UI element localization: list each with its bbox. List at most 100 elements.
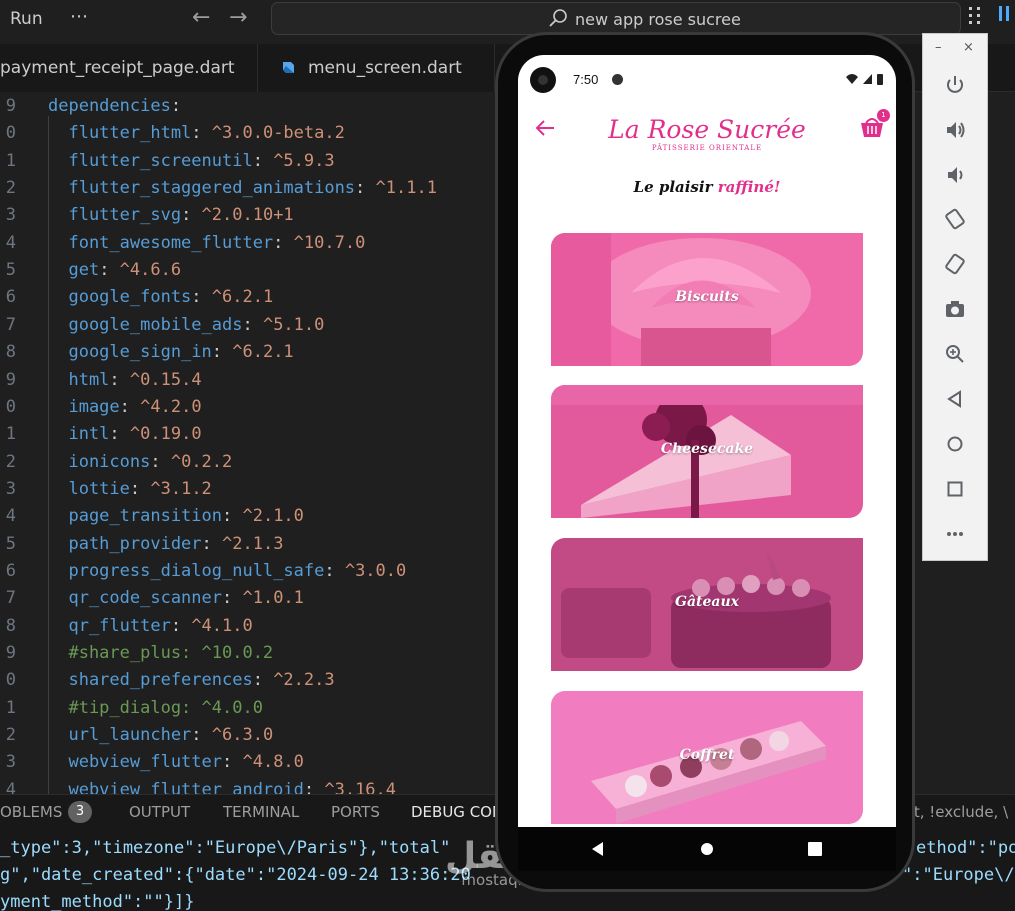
line-number: 0 (5, 396, 16, 417)
line-number: 8 (5, 342, 16, 363)
separator: : (150, 451, 171, 472)
version-value: ^4.6.6 (119, 260, 182, 281)
layout-icon[interactable] (968, 5, 984, 25)
emulator-minimize-icon[interactable]: – (935, 40, 942, 55)
line-number: 7 (5, 588, 16, 609)
package-name: image (48, 396, 120, 417)
back-icon[interactable] (944, 388, 966, 410)
code-line: flutter_html: ^3.0.0-beta.2 (48, 123, 344, 144)
run-menu[interactable]: Run (10, 9, 43, 29)
back-arrow-icon[interactable] (534, 117, 556, 139)
code-line: shared_preferences: ^2.2.3 (48, 670, 335, 691)
separator: : (201, 533, 223, 554)
more-icon[interactable] (944, 523, 966, 545)
category-card-gateaux[interactable]: Gâteaux (551, 538, 863, 671)
problems-count-badge: 3 (68, 801, 92, 823)
tab-terminal[interactable]: TERMINAL (223, 803, 299, 821)
camera-icon[interactable] (944, 298, 966, 320)
phone-screen[interactable]: 7:50 La Rose Sucrée PÂTISSERIE ORIENTALE (518, 55, 896, 827)
volume-up-icon[interactable] (944, 119, 966, 141)
tab-label: menu_screen.dart (308, 58, 462, 78)
separator: : (191, 123, 212, 144)
line-number: 9 (5, 643, 16, 663)
package-name: google_sign_in (48, 342, 212, 363)
home-icon[interactable] (944, 433, 966, 455)
tab-menu-screen[interactable]: menu_screen.dart (258, 44, 495, 92)
console-line: yment_method":""}]} (0, 892, 195, 911)
rotate-right-icon[interactable] (944, 253, 966, 275)
rotate-left-icon[interactable] (944, 208, 966, 230)
code-line: dependencies: (48, 96, 181, 116)
tab-payment-receipt[interactable]: payment_receipt_page.dart (0, 44, 258, 92)
category-label: Biscuits (675, 289, 739, 305)
code-line: path_provider: ^2.1.3 (48, 534, 283, 554)
category-card-coffret[interactable]: Coffret (551, 691, 863, 824)
separator: : (273, 232, 294, 253)
overview-icon[interactable] (944, 478, 966, 500)
package-name: webview_flutter_android (48, 779, 304, 794)
package-name: flutter_screenutil (48, 150, 253, 171)
code-line: #share_plus: ^10.0.2 (48, 643, 273, 663)
code-line: progress_dialog_null_safe: ^3.0.0 (48, 561, 406, 581)
line-number: 1 (5, 150, 16, 171)
separator: : (242, 314, 263, 335)
line-number: 1 (5, 697, 16, 718)
code-line: qr_code_scanner: ^1.0.1 (48, 588, 303, 608)
brand-logo-title: La Rose Sucrée (608, 115, 806, 144)
package-name: path_provider (48, 533, 202, 554)
separator: : (109, 369, 130, 390)
package-name: font_awesome_flutter (48, 232, 274, 253)
nav-back-icon[interactable] (588, 839, 608, 859)
code-line: webview_flutter_android: ^3.16.4 (48, 780, 396, 794)
line-number: 4 (5, 232, 16, 253)
code-line: intl: ^0.19.0 (48, 424, 202, 445)
nav-home-icon[interactable] (697, 839, 717, 859)
package-name: intl (48, 424, 110, 445)
back-arrow-icon[interactable]: ← (192, 5, 210, 30)
package-name: google_fonts (48, 287, 192, 308)
volume-down-icon[interactable] (944, 164, 966, 186)
line-number: 4 (5, 779, 16, 794)
tab-problems[interactable]: OBLEMS (0, 803, 62, 821)
app-bar: La Rose Sucrée PÂTISSERIE ORIENTALE 1 (518, 105, 896, 165)
version-value: ^3.16.4 (324, 779, 397, 794)
notification-icon (612, 74, 623, 85)
emulator-close-icon[interactable]: × (963, 40, 974, 55)
line-number: 5 (5, 260, 16, 281)
tab-output[interactable]: OUTPUT (129, 803, 190, 821)
version-value: ^2.2.3 (273, 670, 335, 691)
comment-text: #share_plus: ^10.0.2 (48, 643, 274, 663)
search-text: new app rose sucree (575, 10, 741, 29)
forward-arrow-icon[interactable]: → (229, 5, 247, 30)
category-card-cheesecake[interactable]: Cheesecake (551, 385, 863, 518)
console-filter-input[interactable]: xt, !exclude, \ (905, 803, 1008, 821)
separator: : (170, 615, 192, 636)
debug-pause-icon[interactable] (996, 4, 1012, 24)
separator: : (170, 96, 182, 116)
tab-label: payment_receipt_page.dart (0, 58, 235, 78)
version-value: ^0.19.0 (129, 424, 202, 445)
version-value: ^4.1.0 (191, 615, 253, 636)
separator: : (303, 779, 325, 794)
line-number: 6 (5, 287, 16, 308)
power-icon[interactable] (944, 74, 966, 96)
console-line: ethod":"po (916, 838, 1015, 858)
version-value: ^1.1.1 (375, 178, 437, 199)
version-value: ^0.15.4 (129, 369, 202, 390)
category-card-biscuits[interactable]: Biscuits (551, 233, 863, 366)
version-value: ^4.8.0 (242, 752, 304, 773)
more-menu-icon[interactable]: ⋯ (70, 6, 89, 27)
tab-debug-console[interactable]: DEBUG CON (411, 803, 503, 821)
version-value: ^6.3.0 (211, 725, 274, 746)
version-value: ^3.0.0 (344, 560, 407, 581)
command-center-search[interactable]: new app rose sucree (271, 2, 961, 35)
code-line: ionicons: ^0.2.2 (48, 452, 232, 472)
front-camera (530, 67, 556, 93)
zoom-icon[interactable] (944, 343, 966, 365)
tab-ports[interactable]: PORTS (331, 803, 380, 821)
separator: : (191, 725, 212, 746)
nav-overview-icon[interactable] (805, 839, 825, 859)
line-number: 2 (5, 451, 16, 472)
code-line: #tip_dialog: ^4.0.0 (48, 698, 262, 718)
code-line: google_sign_in: ^6.2.1 (48, 342, 293, 363)
